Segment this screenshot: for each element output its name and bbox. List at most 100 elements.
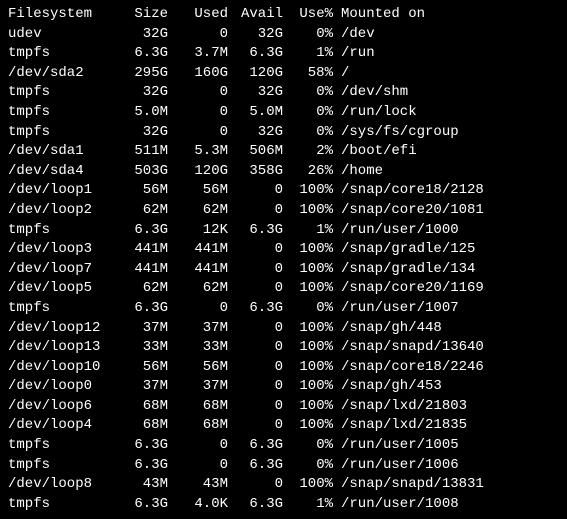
col-mounted: Mounted on bbox=[333, 5, 559, 25]
cell-mount: /snap/gradle/125 bbox=[333, 240, 559, 260]
cell-filesystem: /dev/loop2 bbox=[8, 201, 108, 221]
cell-filesystem: /dev/loop7 bbox=[8, 260, 108, 280]
cell-usep: 0% bbox=[283, 103, 333, 123]
cell-filesystem: /dev/loop12 bbox=[8, 319, 108, 339]
cell-filesystem: tmpfs bbox=[8, 221, 108, 241]
cell-avail: 32G bbox=[228, 25, 283, 45]
cell-size: 6.3G bbox=[108, 221, 168, 241]
cell-avail: 358G bbox=[228, 162, 283, 182]
df-row: /dev/loop7441M441M0100%/snap/gradle/134 bbox=[8, 260, 559, 280]
cell-used: 62M bbox=[168, 201, 228, 221]
cell-size: 6.3G bbox=[108, 436, 168, 456]
cell-usep: 0% bbox=[283, 83, 333, 103]
cell-usep: 100% bbox=[283, 397, 333, 417]
df-row: /dev/loop1333M33M0100%/snap/snapd/13640 bbox=[8, 338, 559, 358]
cell-avail: 0 bbox=[228, 358, 283, 378]
df-row: /dev/loop037M37M0100%/snap/gh/453 bbox=[8, 377, 559, 397]
cell-used: 4.0K bbox=[168, 495, 228, 515]
cell-size: 5.0M bbox=[108, 103, 168, 123]
cell-size: 441M bbox=[108, 260, 168, 280]
cell-usep: 0% bbox=[283, 25, 333, 45]
cell-used: 33M bbox=[168, 338, 228, 358]
cell-avail: 6.3G bbox=[228, 456, 283, 476]
cell-filesystem: /dev/sda4 bbox=[8, 162, 108, 182]
cell-usep: 1% bbox=[283, 495, 333, 515]
col-avail: Avail bbox=[228, 5, 283, 25]
cell-size: 43M bbox=[108, 475, 168, 495]
cell-used: 43M bbox=[168, 475, 228, 495]
cell-mount: /run/lock bbox=[333, 103, 559, 123]
df-row: tmpfs6.3G06.3G0%/run/user/1005 bbox=[8, 436, 559, 456]
cell-avail: 0 bbox=[228, 416, 283, 436]
cell-usep: 0% bbox=[283, 456, 333, 476]
cell-mount: /snap/core18/2128 bbox=[333, 181, 559, 201]
cell-mount: /run/user/1008 bbox=[333, 495, 559, 515]
cell-avail: 5.0M bbox=[228, 103, 283, 123]
df-row: /dev/loop262M62M0100%/snap/core20/1081 bbox=[8, 201, 559, 221]
cell-usep: 100% bbox=[283, 475, 333, 495]
cell-usep: 2% bbox=[283, 142, 333, 162]
cell-size: 6.3G bbox=[108, 495, 168, 515]
cell-mount: /snap/gradle/134 bbox=[333, 260, 559, 280]
cell-size: 441M bbox=[108, 240, 168, 260]
cell-filesystem: tmpfs bbox=[8, 103, 108, 123]
df-row: tmpfs32G032G0%/sys/fs/cgroup bbox=[8, 123, 559, 143]
cell-mount: /run/user/1007 bbox=[333, 299, 559, 319]
cell-usep: 58% bbox=[283, 64, 333, 84]
df-row: /dev/loop3441M441M0100%/snap/gradle/125 bbox=[8, 240, 559, 260]
cell-used: 68M bbox=[168, 416, 228, 436]
cell-filesystem: /dev/loop10 bbox=[8, 358, 108, 378]
cell-mount: /snap/core18/2246 bbox=[333, 358, 559, 378]
col-used: Used bbox=[168, 5, 228, 25]
cell-filesystem: /dev/sda2 bbox=[8, 64, 108, 84]
cell-mount: /boot/efi bbox=[333, 142, 559, 162]
cell-usep: 100% bbox=[283, 279, 333, 299]
df-row: /dev/sda1511M5.3M506M2%/boot/efi bbox=[8, 142, 559, 162]
cell-mount: /home bbox=[333, 162, 559, 182]
cell-avail: 0 bbox=[228, 240, 283, 260]
df-row: /dev/sda2295G160G120G58%/ bbox=[8, 64, 559, 84]
cell-filesystem: tmpfs bbox=[8, 436, 108, 456]
cell-filesystem: tmpfs bbox=[8, 123, 108, 143]
cell-size: 37M bbox=[108, 377, 168, 397]
cell-usep: 0% bbox=[283, 436, 333, 456]
cell-used: 12K bbox=[168, 221, 228, 241]
cell-usep: 100% bbox=[283, 358, 333, 378]
df-row: /dev/loop1056M56M0100%/snap/core18/2246 bbox=[8, 358, 559, 378]
cell-size: 56M bbox=[108, 358, 168, 378]
cell-filesystem: tmpfs bbox=[8, 44, 108, 64]
cell-avail: 6.3G bbox=[228, 495, 283, 515]
cell-size: 37M bbox=[108, 319, 168, 339]
cell-mount: /run bbox=[333, 44, 559, 64]
cell-usep: 100% bbox=[283, 240, 333, 260]
df-row: tmpfs6.3G4.0K6.3G1%/run/user/1008 bbox=[8, 495, 559, 515]
cell-used: 441M bbox=[168, 260, 228, 280]
cell-size: 62M bbox=[108, 279, 168, 299]
cell-avail: 0 bbox=[228, 475, 283, 495]
cell-filesystem: tmpfs bbox=[8, 299, 108, 319]
cell-usep: 1% bbox=[283, 221, 333, 241]
cell-used: 0 bbox=[168, 123, 228, 143]
cell-size: 511M bbox=[108, 142, 168, 162]
cell-size: 32G bbox=[108, 83, 168, 103]
cell-avail: 0 bbox=[228, 319, 283, 339]
cell-size: 6.3G bbox=[108, 456, 168, 476]
cell-avail: 0 bbox=[228, 377, 283, 397]
cell-usep: 26% bbox=[283, 162, 333, 182]
cell-mount: /snap/snapd/13831 bbox=[333, 475, 559, 495]
cell-usep: 100% bbox=[283, 338, 333, 358]
df-row: tmpfs6.3G3.7M6.3G1%/run bbox=[8, 44, 559, 64]
cell-avail: 6.3G bbox=[228, 221, 283, 241]
cell-filesystem: /dev/loop1 bbox=[8, 181, 108, 201]
cell-filesystem: udev bbox=[8, 25, 108, 45]
cell-avail: 0 bbox=[228, 397, 283, 417]
cell-used: 120G bbox=[168, 162, 228, 182]
cell-filesystem: tmpfs bbox=[8, 83, 108, 103]
cell-usep: 1% bbox=[283, 44, 333, 64]
cell-size: 68M bbox=[108, 397, 168, 417]
df-row: tmpfs32G032G0%/dev/shm bbox=[8, 83, 559, 103]
cell-filesystem: tmpfs bbox=[8, 495, 108, 515]
cell-usep: 100% bbox=[283, 377, 333, 397]
cell-avail: 0 bbox=[228, 279, 283, 299]
cell-size: 6.3G bbox=[108, 299, 168, 319]
